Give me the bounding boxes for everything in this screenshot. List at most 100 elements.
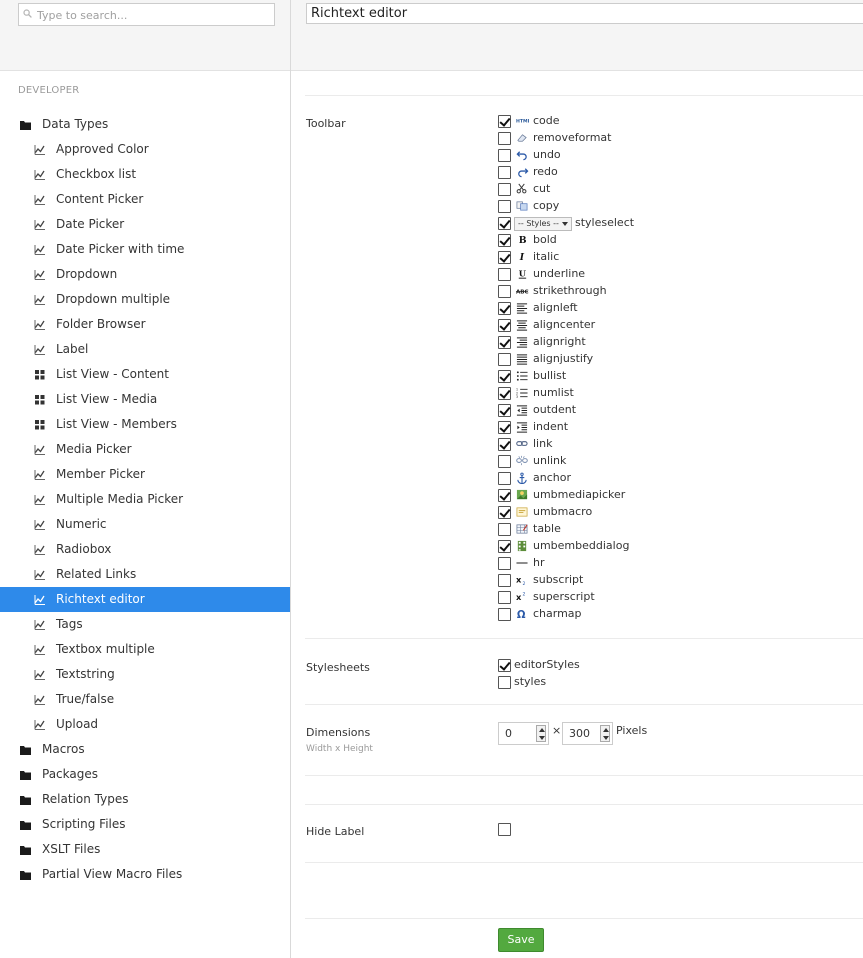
tree-item[interactable]: Textbox multiple: [0, 637, 290, 662]
toolbar-option-checkbox[interactable]: [498, 370, 511, 383]
save-button[interactable]: Save: [498, 928, 544, 952]
height-spinner[interactable]: [600, 725, 610, 742]
width-input[interactable]: 0: [498, 722, 549, 745]
grid-icon: [35, 420, 45, 430]
anchor-icon: [517, 472, 527, 484]
toolbar-option-checkbox[interactable]: [498, 523, 511, 536]
width-spinner[interactable]: [536, 725, 546, 742]
toolbar-option-checkbox[interactable]: [498, 217, 511, 230]
tree-item-label: Textstring: [56, 667, 115, 681]
stylesheet-checkbox[interactable]: [498, 676, 511, 689]
toolbar-option-checkbox[interactable]: [498, 540, 511, 553]
toolbar-option-checkbox[interactable]: [498, 489, 511, 502]
tree-item[interactable]: Member Picker: [0, 462, 290, 487]
search-box[interactable]: [18, 3, 275, 26]
toolbar-option-checkbox[interactable]: [498, 183, 511, 196]
tree-item[interactable]: List View - Members: [0, 412, 290, 437]
media-picker-icon: [516, 489, 528, 500]
svg-text:3: 3: [516, 395, 518, 399]
toolbar-option-checkbox[interactable]: [498, 404, 511, 417]
hide-label-checkbox[interactable]: [498, 823, 511, 836]
tree-folder[interactable]: Relation Types: [0, 787, 290, 812]
divider: [305, 918, 863, 919]
align-left-icon: [516, 303, 528, 314]
tree-item[interactable]: Date Picker: [0, 212, 290, 237]
svg-text:B: B: [519, 235, 527, 246]
toolbar-option-label: copy: [533, 199, 560, 212]
divider: [305, 775, 863, 776]
tree-item[interactable]: Date Picker with time: [0, 237, 290, 262]
search-input[interactable]: [37, 6, 267, 24]
toolbar-option: ABC strikethrough: [498, 283, 858, 300]
toolbar-option-checkbox[interactable]: [498, 132, 511, 145]
tree-item[interactable]: Dropdown multiple: [0, 287, 290, 312]
toolbar-option-checkbox[interactable]: [498, 115, 511, 128]
toolbar-option-checkbox[interactable]: [498, 268, 511, 281]
tree-item[interactable]: Radiobox: [0, 537, 290, 562]
toolbar-option-checkbox[interactable]: [498, 200, 511, 213]
tree-item-label: Tags: [56, 617, 83, 631]
toolbar-option-checkbox[interactable]: [498, 285, 511, 298]
tree-item-label: List View - Members: [56, 417, 177, 431]
tree-item[interactable]: Textstring: [0, 662, 290, 687]
toolbar-option-checkbox[interactable]: [498, 387, 511, 400]
datatype-name-input[interactable]: [306, 3, 863, 24]
tree-item[interactable]: Label: [0, 337, 290, 362]
toolbar-option-checkbox[interactable]: [498, 557, 511, 570]
macro-icon: [516, 507, 528, 517]
stylesheet-checkbox[interactable]: [498, 659, 511, 672]
tree-item[interactable]: Tags: [0, 612, 290, 637]
toolbar-option: umbmacro: [498, 504, 858, 521]
tree-folder[interactable]: Data Types: [0, 112, 290, 137]
tree-item[interactable]: List View - Content: [0, 362, 290, 387]
toolbar-option-checkbox[interactable]: [498, 455, 511, 468]
toolbar-option-checkbox[interactable]: [498, 251, 511, 264]
height-value: 300: [569, 727, 590, 740]
toolbar-option-checkbox[interactable]: [498, 336, 511, 349]
toolbar-option-checkbox[interactable]: [498, 438, 511, 451]
tree-folder[interactable]: Scripting Files: [0, 812, 290, 837]
toolbar-option-checkbox[interactable]: [498, 302, 511, 315]
tree-item[interactable]: Upload: [0, 712, 290, 737]
toolbar-option-checkbox[interactable]: [498, 472, 511, 485]
tree-item[interactable]: Approved Color: [0, 137, 290, 162]
tree-item[interactable]: Multiple Media Picker: [0, 487, 290, 512]
tree-item[interactable]: Folder Browser: [0, 312, 290, 337]
tree-item[interactable]: Richtext editor: [0, 587, 290, 612]
unlink-icon: [516, 455, 528, 466]
toolbar-option-label: indent: [533, 420, 569, 433]
toolbar-option-label: styleselect: [575, 216, 635, 229]
svg-text:x: x: [516, 592, 522, 602]
tree-item[interactable]: List View - Media: [0, 387, 290, 412]
tree-item[interactable]: Related Links: [0, 562, 290, 587]
dimension-unit: Pixels: [616, 724, 648, 737]
toolbar-option: removeformat: [498, 130, 858, 147]
height-input[interactable]: 300: [562, 722, 613, 745]
strikethrough-icon: ABC: [516, 289, 529, 295]
tree-folder[interactable]: Partial View Macro Files: [0, 862, 290, 887]
toolbar-option-checkbox[interactable]: [498, 234, 511, 247]
tree-folder[interactable]: Packages: [0, 762, 290, 787]
tree-item-label: Date Picker with time: [56, 242, 185, 256]
toolbar-option-checkbox[interactable]: [498, 353, 511, 366]
tree-item[interactable]: Dropdown: [0, 262, 290, 287]
toolbar-option-checkbox[interactable]: [498, 319, 511, 332]
tree-item[interactable]: Content Picker: [0, 187, 290, 212]
tree-item[interactable]: Media Picker: [0, 437, 290, 462]
tree-item[interactable]: Checkbox list: [0, 162, 290, 187]
tree-item-label: List View - Media: [56, 392, 158, 406]
tree-item-label: Member Picker: [56, 467, 145, 481]
tree-item[interactable]: True/false: [0, 687, 290, 712]
toolbar-option: x 2 subscript: [498, 572, 858, 589]
toolbar-option-checkbox[interactable]: [498, 166, 511, 179]
tree-item[interactable]: Numeric: [0, 512, 290, 537]
toolbar-option-checkbox[interactable]: [498, 506, 511, 519]
tree-folder[interactable]: XSLT Files: [0, 837, 290, 862]
toolbar-option-checkbox[interactable]: [498, 591, 511, 604]
toolbar-option-checkbox[interactable]: [498, 574, 511, 587]
toolbar-option-checkbox[interactable]: [498, 608, 511, 621]
toolbar-option-label: bullist: [533, 369, 567, 382]
tree-folder[interactable]: Macros: [0, 737, 290, 762]
toolbar-option-checkbox[interactable]: [498, 421, 511, 434]
toolbar-option-checkbox[interactable]: [498, 149, 511, 162]
